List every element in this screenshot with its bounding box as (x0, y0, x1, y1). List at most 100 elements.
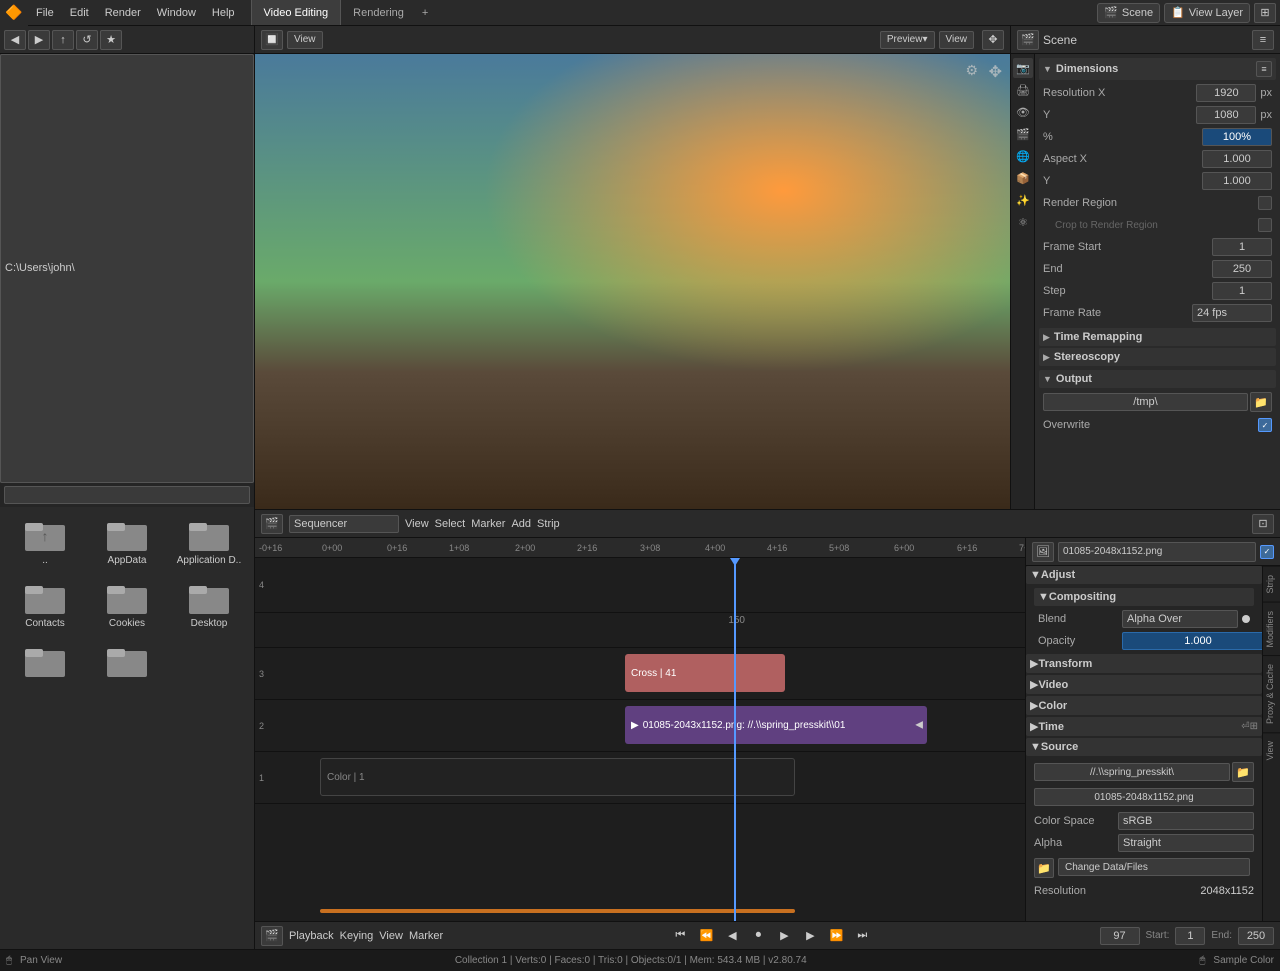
change-data-btn[interactable]: Change Data/Files (1058, 858, 1250, 876)
time-header[interactable]: ▶ Time ⏎⊞ (1026, 717, 1262, 736)
file-item-8[interactable] (90, 641, 164, 685)
seq-menu-marker[interactable]: Marker (471, 518, 505, 530)
fb-refresh-button[interactable]: ↺ (76, 30, 98, 50)
overwrite-checkbox[interactable]: ✓ (1258, 418, 1272, 432)
pb-prev-frame[interactable]: ◀ (722, 926, 742, 946)
seq-collapse-btn[interactable]: ⊡ (1252, 514, 1274, 534)
resolution-pct-input[interactable] (1202, 128, 1272, 146)
pb-jump-end[interactable]: ⏭ (852, 926, 872, 946)
menu-render[interactable]: Render (97, 0, 149, 25)
dimensions-menu-btn[interactable]: ≡ (1256, 61, 1272, 77)
crop-render-checkbox[interactable] (1258, 218, 1272, 232)
file-item-appdata[interactable]: AppData (90, 515, 164, 570)
props-collapse-btn[interactable]: ≡ (1252, 30, 1274, 50)
path-bar[interactable]: C:\Users\john\ (0, 54, 254, 483)
pb-next-key[interactable]: ⏩ (826, 926, 846, 946)
props-tab-physics[interactable]: ⚛ (1013, 212, 1033, 232)
fb-back-button[interactable]: ◀ (4, 30, 26, 50)
transform-header[interactable]: ▶ Transform (1026, 654, 1262, 673)
source-browse-btn1[interactable]: 📁 (1232, 762, 1254, 782)
end-frame-input[interactable] (1238, 927, 1274, 945)
preview-mode-btn[interactable]: Preview ▾ (880, 31, 935, 49)
opacity-input[interactable] (1122, 632, 1262, 650)
color-header[interactable]: ▶ Color (1026, 696, 1262, 715)
adj-file-btn[interactable]: 🖼 (1032, 542, 1054, 562)
pb-prev-key[interactable]: ⏪ (696, 926, 716, 946)
menu-help[interactable]: Help (204, 0, 243, 25)
source-path1-input[interactable] (1034, 763, 1230, 781)
adj-filename[interactable]: 01085-2048x1152.png (1058, 542, 1256, 562)
resolution-x-input[interactable] (1196, 84, 1256, 102)
frame-start-input[interactable] (1212, 238, 1272, 256)
clip-cross[interactable]: Cross | 41 (625, 654, 785, 692)
pb-mode-btn[interactable]: 🎬 (261, 926, 283, 946)
time-remapping-header[interactable]: ▶ Time Remapping (1039, 328, 1276, 346)
file-item-7[interactable] (8, 641, 82, 685)
current-frame-input[interactable] (1100, 927, 1140, 945)
pb-next-frame[interactable]: ▶ (800, 926, 820, 946)
seq-side-tab-modifiers[interactable]: Modifiers (1263, 602, 1280, 656)
pb-menu-marker[interactable]: Marker (409, 930, 443, 942)
source-section-header[interactable]: ▼ Source (1026, 738, 1262, 756)
clip-image[interactable]: ▶ 01085-2043x1152.png: //.\\spring_press… (625, 706, 927, 744)
pb-menu-keying[interactable]: Keying (340, 930, 374, 942)
view-tab[interactable]: View (939, 31, 975, 49)
frame-step-input[interactable] (1212, 282, 1272, 300)
seq-side-tab-proxy[interactable]: Proxy & Cache (1263, 655, 1280, 732)
props-tab-view[interactable]: 👁 (1013, 102, 1033, 122)
dimensions-section-header[interactable]: ▼ Dimensions ≡ (1039, 58, 1276, 80)
color-space-dropdown[interactable]: sRGB (1118, 812, 1254, 830)
alpha-dropdown[interactable]: Straight Premultiplied (1118, 834, 1254, 852)
file-item-desktop[interactable]: Desktop (172, 578, 246, 633)
seq-menu-add[interactable]: Add (511, 518, 531, 530)
start-frame-input[interactable] (1175, 927, 1205, 945)
resolution-y-input[interactable] (1196, 106, 1256, 124)
file-item-contacts[interactable]: Contacts (8, 578, 82, 633)
seq-timeline[interactable]: -0+16 0+00 0+16 1+08 2+00 2+16 3+08 4+00… (255, 538, 1025, 921)
seq-menu-strip[interactable]: Strip (537, 518, 560, 530)
props-tab-world[interactable]: 🌐 (1013, 146, 1033, 166)
menu-file[interactable]: File (28, 0, 62, 25)
workspace-tab-video-editing[interactable]: Video Editing (251, 0, 342, 25)
file-item-application[interactable]: Application D.. (172, 515, 246, 570)
props-header-btn[interactable]: 🎬 (1017, 30, 1039, 50)
props-tab-render[interactable]: 📷 (1013, 58, 1033, 78)
view-layer-selector[interactable]: 📋 View Layer (1164, 3, 1250, 23)
file-item-cookies[interactable]: Cookies (90, 578, 164, 633)
render-region-checkbox[interactable] (1258, 196, 1272, 210)
fb-bookmark-button[interactable]: ★ (100, 30, 122, 50)
output-path-input[interactable] (1043, 393, 1248, 411)
seq-side-tab-view[interactable]: View (1263, 732, 1280, 768)
fb-forward-button[interactable]: ▶ (28, 30, 50, 50)
menu-edit[interactable]: Edit (62, 0, 97, 25)
frame-rate-dropdown[interactable]: 24 fps 25 fps 30 fps (1192, 304, 1272, 322)
pb-menu-view[interactable]: View (379, 930, 403, 942)
scene-selector[interactable]: 🎬 Scene (1097, 3, 1160, 23)
seq-mode-dropdown[interactable]: Sequencer (289, 515, 399, 533)
workspace-add-button[interactable]: + (416, 0, 434, 25)
source-path2-input[interactable] (1034, 788, 1254, 806)
file-item-parent[interactable]: ↑ .. (8, 515, 82, 570)
menu-window[interactable]: Window (149, 0, 204, 25)
pb-play[interactable]: ▶ (774, 926, 794, 946)
adjust-section-header[interactable]: ▼ Adjust (1026, 566, 1262, 584)
view-btn[interactable]: View (287, 31, 323, 49)
seq-menu-view[interactable]: View (405, 518, 429, 530)
pb-stop[interactable]: ⏺ (748, 926, 768, 946)
props-tab-output[interactable]: 🖨 (1013, 80, 1033, 100)
clip-color[interactable]: Color | 1 (320, 758, 795, 796)
video-header[interactable]: ▶ Video (1026, 675, 1262, 694)
aspect-x-input[interactable] (1202, 150, 1272, 168)
props-tab-scene[interactable]: 🎬 (1013, 124, 1033, 144)
fb-up-button[interactable]: ↑ (52, 30, 74, 50)
compositing-header[interactable]: ▼ Compositing (1034, 588, 1254, 606)
blend-dropdown[interactable]: Alpha Over (1122, 610, 1238, 628)
adj-visible-check[interactable]: ✓ (1260, 545, 1274, 559)
output-browse-btn[interactable]: 📁 (1250, 392, 1272, 412)
pb-menu-playback[interactable]: Playback (289, 930, 334, 942)
pb-jump-start[interactable]: ⏮ (670, 926, 690, 946)
props-tab-object[interactable]: 📦 (1013, 168, 1033, 188)
stereoscopy-header[interactable]: ▶ Stereoscopy (1039, 348, 1276, 366)
output-section-header[interactable]: ▼ Output (1039, 370, 1276, 388)
aspect-y-input[interactable] (1202, 172, 1272, 190)
